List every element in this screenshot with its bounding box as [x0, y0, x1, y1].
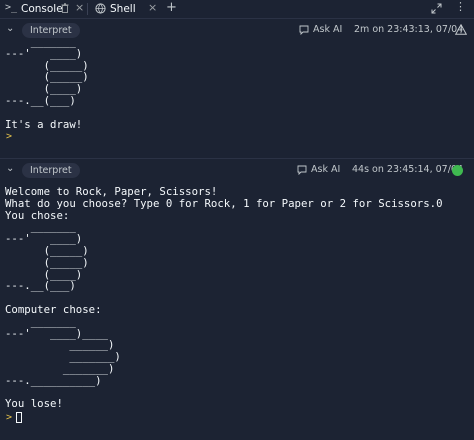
running-status-indicator	[452, 165, 463, 176]
prompt-indicator: >	[6, 412, 13, 423]
prompt-indicator: >	[6, 131, 13, 142]
tab-divider	[87, 3, 88, 15]
add-tab-button[interactable]: +	[166, 0, 177, 15]
interpreter-badge[interactable]: Interpret	[22, 163, 80, 178]
run-timestamp: 2m on 23:43:13, 07/04	[354, 24, 464, 35]
collapse-chevron-icon[interactable]: ⌄	[6, 163, 14, 174]
input-cursor[interactable]	[16, 412, 22, 423]
close-console-tab-icon[interactable]: ×	[75, 1, 84, 14]
replit-console-pane: >_ Console × Shell × + ⋮ ⌄ Interpret Ask	[0, 0, 474, 440]
run-timestamp: 44s on 23:45:14, 07/04	[352, 164, 463, 175]
tab-bar: >_ Console × Shell × + ⋮	[0, 0, 474, 19]
tab-console-label: Console	[21, 3, 63, 15]
close-shell-tab-icon[interactable]: ×	[148, 1, 157, 14]
tab-console[interactable]: >_ Console ×	[0, 0, 84, 18]
terminal-icon: >_	[5, 2, 18, 13]
console-output: Welcome to Rock, Paper, Scissors! What d…	[5, 185, 443, 411]
console-block-header: ⌄ Interpret Ask AI 44s on 23:45:14, 07/0…	[0, 158, 474, 183]
trash-icon[interactable]	[61, 3, 69, 13]
ask-ai-icon[interactable]	[297, 165, 307, 175]
shell-icon	[95, 3, 106, 14]
warning-icon	[455, 24, 467, 35]
ask-ai-icon[interactable]	[299, 25, 309, 35]
collapse-chevron-icon[interactable]: ⌄	[6, 23, 14, 34]
console-output: _______ ---' ____) (_____) (_____) (____…	[5, 35, 89, 131]
more-options-icon[interactable]: ⋮	[455, 0, 467, 13]
expand-icon[interactable]	[431, 3, 442, 14]
tab-shell[interactable]: Shell	[110, 3, 136, 15]
ask-ai-button[interactable]: Ask AI	[313, 24, 342, 35]
ask-ai-button[interactable]: Ask AI	[311, 164, 340, 175]
